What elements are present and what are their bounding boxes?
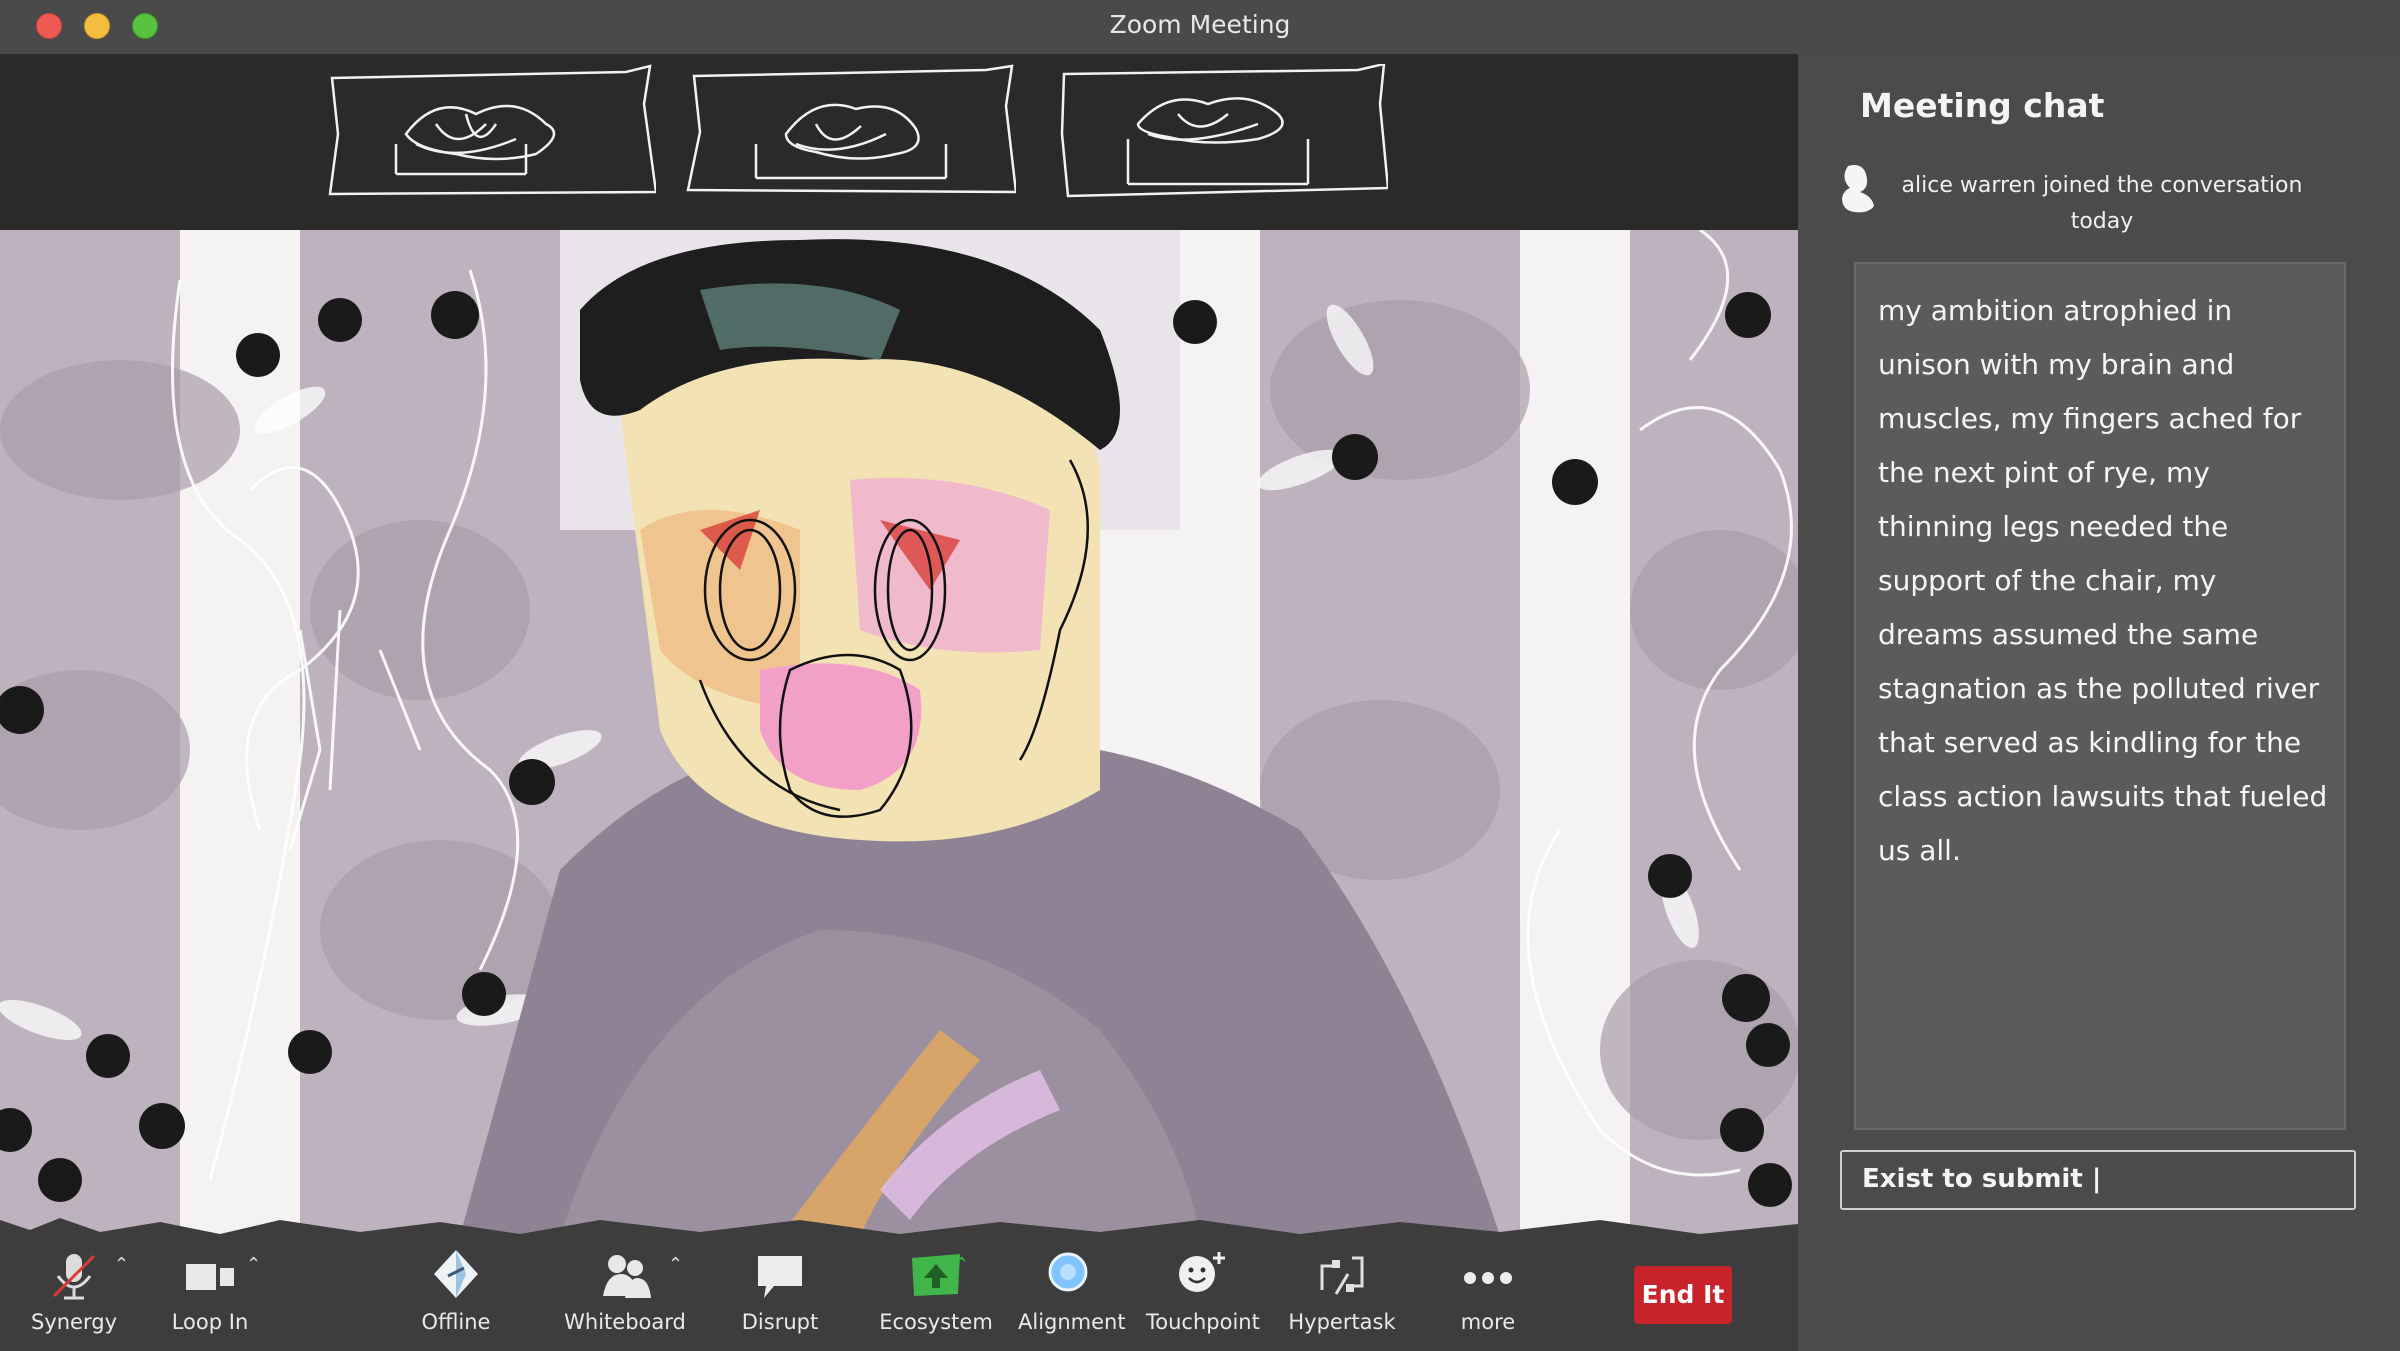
record-icon [1048, 1252, 1088, 1292]
meeting-toolbar: Synergy ⌃ Loop In ⌃ Offline Whiteboard ⌃ [0, 1236, 1798, 1351]
chat-input[interactable]: Exist to submit | [1840, 1150, 2356, 1210]
participant-thumbnail[interactable] [1058, 62, 1390, 198]
reactions-icon [1179, 1252, 1225, 1292]
participant-thumbnail[interactable] [686, 64, 1018, 198]
ecosystem-button[interactable]: Ecosystem [876, 1246, 996, 1334]
window-title: Zoom Meeting [1109, 10, 1291, 39]
audio-options-chevron-icon[interactable]: ⌃ [114, 1254, 129, 1275]
diamond-share-icon [434, 1250, 478, 1298]
participants-icon [603, 1255, 651, 1298]
loop-in-button[interactable]: Loop In [160, 1246, 260, 1334]
chat-message: my ambition atrophied in unison with my … [1878, 294, 2328, 867]
alignment-button[interactable]: Alignment [1018, 1246, 1126, 1334]
apps-icon [1320, 1256, 1364, 1295]
chat-panel: Meeting chat alice warren joined the con… [1798, 54, 2400, 1351]
participant-strip [0, 54, 1798, 230]
video-camera-icon [186, 1264, 234, 1290]
main-video-feed [0, 230, 1798, 1236]
chat-input-label: Exist to submit | [1862, 1164, 2102, 1194]
participant-thumbnail[interactable] [326, 64, 658, 198]
touchpoint-button[interactable]: Touchpoint [1146, 1246, 1260, 1334]
user-avatar-icon [1842, 165, 1874, 213]
join-user: alice warren [1901, 173, 2037, 198]
join-notification: alice warren joined the conversation tod… [1838, 162, 2358, 242]
participants-options-chevron-icon[interactable]: ⌃ [668, 1254, 683, 1275]
disrupt-button[interactable]: Disrupt [730, 1246, 830, 1334]
window-titlebar: Zoom Meeting [0, 0, 2400, 56]
end-meeting-button[interactable]: End It [1634, 1266, 1732, 1324]
more-dots-icon [1464, 1272, 1512, 1284]
join-message: joined the conversation today [2043, 173, 2303, 234]
synergy-button[interactable]: Synergy [24, 1246, 124, 1334]
more-button[interactable]: more [1440, 1246, 1536, 1334]
share-options-chevron-icon[interactable]: ⌃ [954, 1254, 969, 1275]
chat-bubble-icon [758, 1256, 802, 1298]
chat-message-box[interactable]: my ambition atrophied in unison with my … [1854, 262, 2346, 1130]
join-text: alice warren joined the conversation tod… [1892, 168, 2312, 240]
video-options-chevron-icon[interactable]: ⌃ [246, 1254, 261, 1275]
hypertask-button[interactable]: Hypertask [1280, 1246, 1404, 1334]
offline-button[interactable]: Offline [408, 1246, 504, 1334]
chat-title: Meeting chat [1860, 86, 2105, 125]
muted-microphone-icon [52, 1254, 96, 1300]
